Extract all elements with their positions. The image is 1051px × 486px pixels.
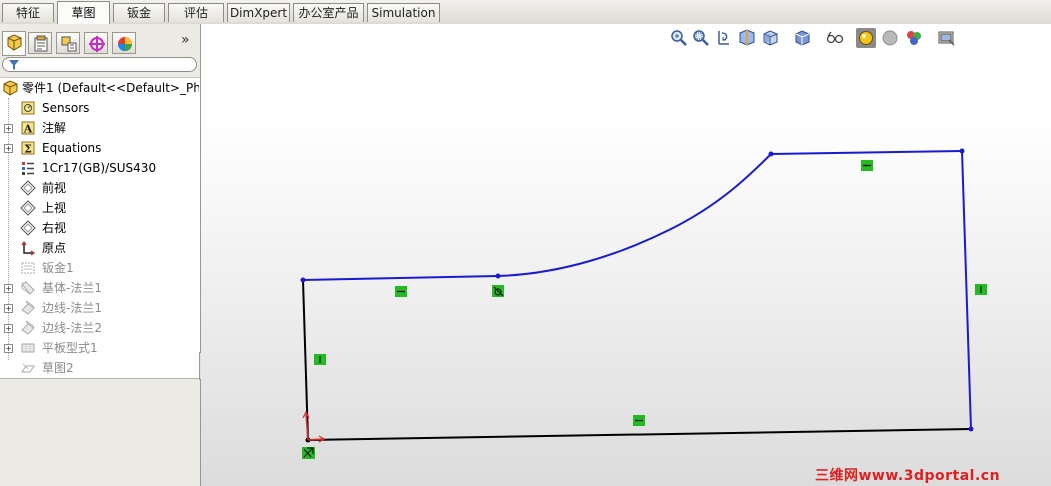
filter-icon (9, 60, 19, 70)
tree-item-front-plane[interactable]: 前视 (0, 178, 199, 198)
tree-item-label: Sensors (42, 101, 90, 115)
tab-dimxpert[interactable]: DimXpert (227, 3, 290, 22)
tangent-relation-icon[interactable] (492, 285, 504, 297)
graphics-area[interactable]: 三维网www.3dportal.cn (201, 24, 1051, 486)
tree-item-material[interactable]: 1Cr17(GB)/SUS430 (0, 158, 199, 178)
sketch-line-right[interactable] (961, 150, 972, 430)
feature-tree-icon (7, 34, 22, 51)
svg-text:Σ: Σ (24, 143, 32, 156)
plane-icon (20, 220, 36, 236)
tree-item-flat-pattern[interactable]: + 平板型式1 (0, 338, 199, 358)
sketch-point[interactable] (300, 277, 306, 283)
horizontal-relation-icon[interactable] (861, 160, 873, 171)
sketch-icon (21, 363, 35, 373)
tree-item-base-flange[interactable]: + 基体-法兰1 (0, 278, 199, 298)
tab-sheet-metal[interactable]: 钣金 (113, 3, 165, 22)
tab-office-products[interactable]: 办公室产品 (293, 3, 364, 22)
feature-tree-tab[interactable] (2, 31, 26, 56)
tree-item-label: 平板型式1 (42, 341, 98, 355)
tab-features[interactable]: 特征 (2, 3, 54, 22)
origin-icon (21, 240, 36, 256)
configuration-manager-icon (61, 36, 77, 52)
sketch-line-top[interactable] (770, 150, 963, 155)
tree-item-label: 1Cr17(GB)/SUS430 (42, 161, 157, 175)
tree-item-label: 右视 (42, 221, 67, 235)
sketch-origin-icon (302, 410, 326, 443)
sketch-point[interactable] (959, 148, 965, 154)
tree-item-label: 注解 (42, 121, 67, 135)
sketch-point[interactable] (768, 151, 774, 157)
feature-manager-panel: » 零件1 (Default<<Default>_Pho Sensors + A… (0, 24, 201, 486)
expand-icon[interactable]: + (4, 124, 13, 133)
tree-item-label: 前视 (42, 181, 67, 195)
vertical-relation-icon[interactable] (975, 284, 987, 295)
horizontal-relation-icon[interactable] (633, 415, 645, 426)
feature-tree: 零件1 (Default<<Default>_Pho Sensors + A 注… (0, 77, 200, 379)
tree-item-right-plane[interactable]: 右视 (0, 218, 199, 238)
expand-icon[interactable]: + (4, 344, 13, 353)
tree-item-label: 原点 (42, 241, 67, 255)
property-manager-icon (34, 35, 48, 52)
tree-item-sensors[interactable]: Sensors (0, 98, 199, 118)
material-icon (22, 162, 34, 175)
base-flange-icon (21, 281, 35, 295)
tree-item-origin[interactable]: 原点 (0, 238, 199, 258)
horizontal-relation-icon[interactable] (395, 286, 407, 297)
flat-pattern-icon (21, 343, 35, 353)
sketch-point[interactable] (495, 273, 501, 279)
part-icon (3, 80, 18, 96)
tab-evaluate[interactable]: 评估 (168, 3, 224, 22)
tree-item-edge-flange-2[interactable]: + 边线-法兰2 (0, 318, 199, 338)
tree-item-label: 边线-法兰1 (42, 301, 102, 315)
equation-icon: Σ (21, 141, 35, 156)
vertical-relation-icon[interactable] (314, 354, 326, 365)
tree-item-label: 基体-法兰1 (42, 281, 102, 295)
sketch-canvas[interactable] (201, 24, 1051, 486)
tree-filter-input[interactable] (2, 57, 197, 72)
tree-item-label: 草图2 (42, 361, 74, 375)
dimxpert-manager-tab[interactable] (84, 32, 108, 54)
property-manager-tab[interactable] (28, 32, 52, 54)
dimxpert-manager-icon (89, 36, 105, 52)
sketch-spline[interactable] (497, 153, 772, 277)
tree-item-label: 钣金1 (42, 261, 74, 275)
sheetmetal-icon (21, 262, 35, 274)
plane-icon (20, 200, 36, 216)
tree-item-equations[interactable]: + Σ Equations (0, 138, 199, 158)
sensor-icon (21, 101, 35, 115)
tree-item-top-plane[interactable]: 上视 (0, 198, 199, 218)
annotation-icon: A (21, 121, 35, 136)
tree-item-label: 上视 (42, 201, 67, 215)
expand-icon[interactable]: + (4, 284, 13, 293)
display-manager-tab[interactable] (112, 32, 136, 54)
tab-simulation[interactable]: Simulation (367, 3, 440, 22)
sketch-line-left-top[interactable] (302, 275, 499, 281)
expand-icon[interactable]: + (4, 144, 13, 153)
edge-flange-icon (21, 320, 35, 335)
tree-item-annotations[interactable]: + A 注解 (0, 118, 199, 138)
sketch-point[interactable] (968, 426, 974, 432)
tree-item-label: 边线-法兰2 (42, 321, 102, 335)
tree-item-sketch2[interactable]: 草图2 (0, 358, 199, 378)
display-manager-icon (118, 37, 132, 51)
tab-sketch[interactable]: 草图 (57, 1, 110, 24)
tree-item-label: Equations (42, 141, 102, 155)
configuration-manager-tab[interactable] (56, 32, 80, 54)
sketch-line-bottom[interactable] (307, 428, 972, 441)
expand-icon[interactable]: + (4, 324, 13, 333)
fix-relation-icon[interactable] (302, 447, 315, 459)
tree-item-edge-flange-1[interactable]: + 边线-法兰1 (0, 298, 199, 318)
edge-flange-icon (21, 300, 35, 315)
more-tabs-button[interactable]: » (181, 32, 190, 48)
plane-icon (20, 180, 36, 196)
watermark-text: 三维网www.3dportal.cn (815, 468, 1001, 484)
svg-text:A: A (23, 123, 33, 136)
panel-tabs: » (0, 24, 200, 56)
tree-item-sheet-metal[interactable]: 钣金1 (0, 258, 199, 278)
expand-icon[interactable]: + (4, 304, 13, 313)
tree-root-label: 零件1 (Default<<Default>_Pho (22, 81, 199, 95)
tree-root-part[interactable]: 零件1 (Default<<Default>_Pho (0, 78, 199, 98)
command-manager-tabs: 特征 草图 钣金 评估 DimXpert 办公室产品 Simulation (0, 0, 1051, 25)
